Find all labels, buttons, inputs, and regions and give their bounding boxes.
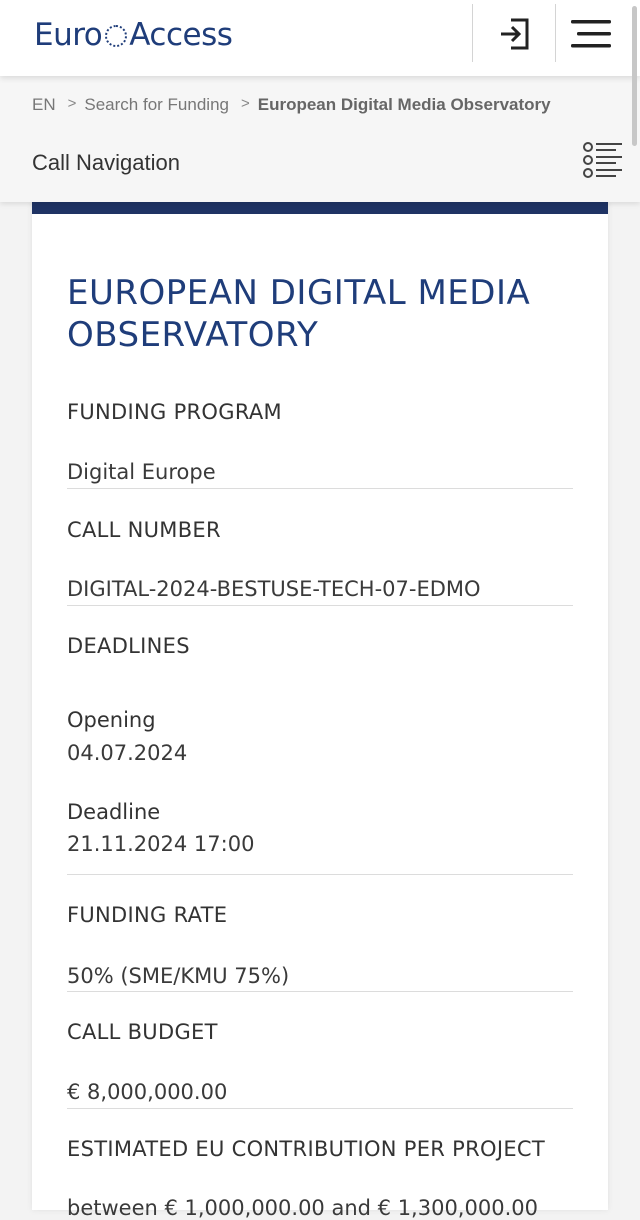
hamburger-menu-icon — [571, 20, 611, 48]
deadline-date: 21.11.2024 17:00 — [67, 832, 255, 856]
call-budget-value: € 8,000,000.00 — [67, 1080, 228, 1104]
funding-program-label: FUNDING PROGRAM — [67, 400, 282, 424]
divider — [555, 4, 556, 62]
call-number-value: DIGITAL-2024-BESTUSE-TECH-07-EDMO — [67, 577, 481, 601]
call-details-card: EUROPEAN DIGITAL MEDIA OBSERVATORY FUNDI… — [32, 200, 608, 1220]
call-budget-label: CALL BUDGET — [67, 1020, 218, 1044]
login-icon — [501, 18, 529, 50]
funding-rate-label: FUNDING RATE — [67, 903, 228, 927]
page-title: EUROPEAN DIGITAL MEDIA OBSERVATORY — [67, 273, 531, 355]
menu-button[interactable] — [568, 14, 614, 54]
chevron-right-icon: > — [240, 94, 250, 112]
call-navigation-label[interactable]: Call Navigation — [32, 150, 180, 176]
funding-rate-value: 50% (SME/KMU 75%) — [67, 964, 290, 988]
top-bar: Euro Access — [0, 0, 640, 76]
divider — [67, 1108, 573, 1109]
call-navigation-toggle[interactable] — [582, 140, 624, 180]
logo-text-euro: Euro — [34, 17, 103, 53]
divider — [67, 605, 573, 606]
list-navigation-icon — [583, 142, 622, 178]
call-number-label: CALL NUMBER — [67, 518, 221, 542]
divider — [67, 991, 573, 992]
divider — [67, 488, 573, 489]
breadcrumb-item-language[interactable]: EN — [32, 95, 56, 115]
chevron-right-icon: > — [67, 94, 77, 112]
euroaccess-logo[interactable]: Euro Access — [34, 15, 233, 55]
funding-program-value: Digital Europe — [67, 460, 216, 484]
logo-text-access: Access — [129, 17, 233, 53]
page-scrollbar[interactable] — [632, 6, 637, 146]
breadcrumb-item-current: European Digital Media Observatory — [257, 95, 551, 114]
login-button[interactable] — [494, 14, 534, 54]
divider — [67, 874, 573, 875]
opening-date: 04.07.2024 — [67, 741, 188, 765]
eu-contribution-label: ESTIMATED EU CONTRIBUTION PER PROJECT — [67, 1137, 545, 1161]
breadcrumb-item-search[interactable]: Search for Funding — [84, 95, 229, 115]
deadlines-label: DEADLINES — [67, 634, 190, 658]
deadline-label: Deadline — [67, 800, 161, 824]
divider — [472, 4, 473, 62]
logo-stars-ring-icon — [105, 25, 128, 47]
eu-contribution-value: between € 1,000,000.00 and € 1,300,000.0… — [67, 1196, 538, 1220]
breadcrumb: EN > Search for Funding > European Digit… — [32, 95, 551, 115]
opening-label: Opening — [67, 708, 156, 732]
